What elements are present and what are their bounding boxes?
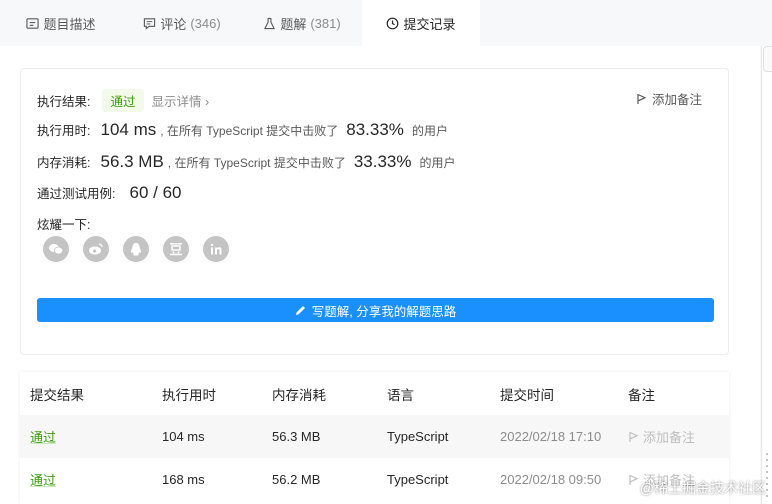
wechat-icon[interactable] <box>43 236 69 262</box>
runtime-tail: 的用户 <box>411 124 448 138</box>
header-time: 提交时间 <box>500 387 554 403</box>
header-status: 提交结果 <box>30 387 84 403</box>
runtime-row: 执行用时: 104 ms , 在所有 TypeScript 提交中击败了 83.… <box>37 120 448 140</box>
row-memory: 56.2 MB <box>272 472 321 487</box>
row-language: TypeScript <box>387 429 449 444</box>
result-row: 执行结果: 通过 显示详情 › <box>37 89 209 112</box>
comment-icon <box>144 17 156 30</box>
row-time: 2022/02/18 17:10 <box>500 429 602 444</box>
row-runtime: 168 ms <box>162 472 205 487</box>
tab-label: 题解 <box>280 16 307 32</box>
write-solution-label: 写题解, 分享我的解题思路 <box>311 304 457 319</box>
cases-row: 通过测试用例: 60 / 60 <box>37 183 185 203</box>
row-time: 2022/02/18 09:50 <box>500 472 602 487</box>
memory-percent: 33.33% <box>353 152 412 171</box>
header-runtime: 执行用时 <box>162 387 216 403</box>
flag-icon <box>629 474 639 485</box>
result-card: 执行结果: 通过 显示详情 › 添加备注 执行用时: 104 ms , 在所有 … <box>20 68 729 355</box>
row-runtime: 104 ms <box>162 429 205 444</box>
memory-desc: , 在所有 TypeScript 提交中击败了 <box>167 156 346 170</box>
runtime-percent: 83.33% <box>346 120 404 139</box>
memory-row: 内存消耗: 56.3 MB , 在所有 TypeScript 提交中击败了 33… <box>37 152 456 172</box>
status-badge: 通过 <box>102 89 144 112</box>
right-scroll-rail[interactable] <box>761 46 772 504</box>
cases-value: 60 / 60 <box>129 183 182 202</box>
tab-comments[interactable]: 评论 (346) <box>122 0 242 46</box>
memory-label: 内存消耗: <box>37 156 91 170</box>
tab-label: 提交记录 <box>403 16 456 32</box>
submission-panel: 执行结果: 通过 显示详情 › 添加备注 执行用时: 104 ms , 在所有 … <box>0 46 760 504</box>
cases-label: 通过测试用例: <box>37 187 116 201</box>
tab-label: 题目描述 <box>43 16 96 32</box>
pencil-icon <box>295 305 305 315</box>
linkedin-icon[interactable] <box>203 236 229 262</box>
header-memory: 内存消耗 <box>272 387 326 403</box>
runtime-label: 执行用时: <box>37 124 91 138</box>
show-details-link[interactable]: 显示详情 › <box>152 91 210 110</box>
add-note-label: 添加备注 <box>651 93 702 107</box>
table-header: 提交结果 执行用时 内存消耗 语言 提交时间 备注 <box>20 372 729 415</box>
row-add-note-button[interactable]: 添加备注 <box>628 427 695 446</box>
result-label: 执行结果: <box>37 95 91 109</box>
document-icon <box>26 17 40 29</box>
runtime-value: 104 ms <box>100 120 157 139</box>
tab-count: (346) <box>190 15 221 31</box>
clock-icon <box>387 17 399 29</box>
weibo-icon[interactable] <box>83 236 109 262</box>
tab-submissions[interactable]: 提交记录 <box>362 0 480 46</box>
runtime-desc: , 在所有 TypeScript 提交中击败了 <box>160 124 339 138</box>
tab-description[interactable]: 题目描述 <box>0 0 122 46</box>
memory-tail: 的用户 <box>419 156 456 170</box>
tab-bar: 题目描述 评论 (346) 题解 (381) 提交记录 <box>0 0 760 46</box>
write-solution-button[interactable]: 写题解, 分享我的解题思路 <box>37 298 714 322</box>
tab-solutions[interactable]: 题解 (381) <box>242 0 362 46</box>
submission-status-link[interactable]: 通过 <box>30 470 56 489</box>
share-icons <box>43 236 229 262</box>
share-row-label: 炫耀一下: <box>37 214 90 233</box>
watermark: @稀土掘金技术社区 <box>639 480 766 496</box>
add-note-button[interactable]: 添加备注 <box>636 89 702 108</box>
header-language: 语言 <box>387 387 414 403</box>
panel-handle[interactable] <box>763 46 772 72</box>
table-row[interactable]: 通过 168 ms 56.2 MB TypeScript 2022/02/18 … <box>20 458 729 501</box>
douban-icon[interactable] <box>163 236 189 262</box>
flag-icon <box>637 93 647 104</box>
tab-count: (381) <box>310 15 341 31</box>
row-language: TypeScript <box>387 472 449 487</box>
header-note: 备注 <box>628 387 655 403</box>
flag-icon <box>629 431 639 442</box>
qq-icon[interactable] <box>123 236 149 262</box>
memory-value: 56.3 MB <box>100 152 164 171</box>
submission-status-link[interactable]: 通过 <box>30 427 56 446</box>
row-note-label: 添加备注 <box>643 430 696 445</box>
share-label: 炫耀一下: <box>37 218 91 232</box>
flask-icon <box>264 17 276 29</box>
tab-label: 评论 <box>160 16 187 32</box>
row-memory: 56.3 MB <box>272 429 321 444</box>
table-row[interactable]: 通过 104 ms 56.3 MB TypeScript 2022/02/18 … <box>20 415 729 458</box>
submissions-table: 提交结果 执行用时 内存消耗 语言 提交时间 备注 通过 104 ms 56.3… <box>20 372 729 504</box>
